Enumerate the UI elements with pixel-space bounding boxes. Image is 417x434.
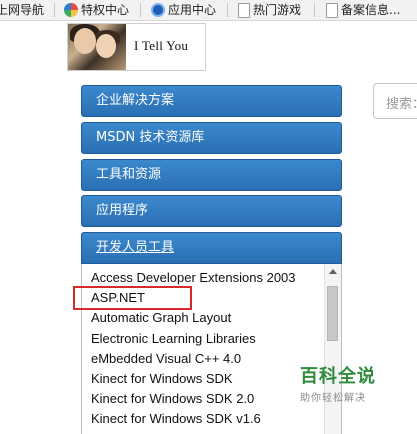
- page-icon: [326, 2, 338, 18]
- list-scrollbar[interactable]: [324, 264, 341, 434]
- search-placeholder: 搜索：: [386, 97, 417, 112]
- menu-label: MSDN 技术资源库: [96, 130, 205, 145]
- bookmark-divider: [54, 3, 55, 17]
- list-item[interactable]: Access Developer Extensions 2003: [91, 270, 296, 285]
- menu-enterprise-solutions[interactable]: 企业解决方案: [81, 85, 342, 117]
- bookmark-nav[interactable]: 上网导航: [0, 2, 44, 18]
- bookmark-label: 应用中心: [168, 3, 217, 17]
- watermark-title: 百科全说: [300, 366, 376, 387]
- bookmark-filing-info[interactable]: 备案信息...: [326, 2, 400, 18]
- watermark: 百科全说 助你轻松解决: [300, 362, 390, 404]
- menu-tools-resources[interactable]: 工具和资源: [81, 159, 342, 191]
- bookmark-app-center[interactable]: 应用中心: [151, 2, 216, 18]
- list-item[interactable]: Kinect for Windows SDK 2.0: [91, 391, 254, 406]
- search-input[interactable]: 搜索：: [373, 83, 417, 119]
- list-item[interactable]: Automatic Graph Layout: [91, 310, 231, 325]
- list-item[interactable]: Electronic Learning Libraries: [91, 331, 256, 346]
- list-item[interactable]: Kinect for Windows SDK: [91, 371, 233, 386]
- bookmark-privilege[interactable]: 特权中心: [64, 2, 129, 18]
- colorful-circle-icon: [64, 3, 78, 17]
- bookmark-divider: [140, 3, 141, 17]
- menu-msdn-library[interactable]: MSDN 技术资源库: [81, 122, 342, 154]
- logo-photo: [68, 24, 126, 70]
- bookmark-divider: [227, 3, 228, 17]
- bookmark-divider: [314, 3, 315, 17]
- menu-label: 工具和资源: [96, 167, 162, 182]
- site-logo[interactable]: I Tell You: [67, 23, 206, 71]
- bookmark-label: 特权中心: [81, 3, 130, 17]
- highlight-annotation-box: [73, 286, 192, 310]
- bookmark-label: 上网导航: [0, 3, 45, 17]
- menu-applications[interactable]: 应用程序: [81, 195, 342, 227]
- menu-label: 开发人员工具: [96, 240, 175, 255]
- bookmarks-bar: 上网导航 特权中心 应用中心 热门游戏 备案信息...: [0, 0, 417, 21]
- menu-label: 企业解决方案: [96, 93, 175, 108]
- list-item[interactable]: Kinect for Windows SDK v1.6: [91, 411, 261, 426]
- blue-circle-icon: [151, 3, 165, 17]
- menu-developer-tools[interactable]: 开发人员工具: [81, 232, 342, 264]
- scroll-thumb[interactable]: [327, 286, 338, 341]
- watermark-subtitle: 助你轻松解决: [300, 393, 366, 404]
- list-item[interactable]: eMbedded Visual C++ 4.0: [91, 351, 241, 366]
- bookmark-hot-games[interactable]: 热门游戏: [238, 2, 301, 18]
- scroll-up-arrow-icon[interactable]: [329, 269, 337, 274]
- bookmark-label: 备案信息...: [341, 3, 401, 17]
- menu-label: 应用程序: [96, 203, 149, 218]
- logo-text: I Tell You: [134, 38, 189, 53]
- page-icon: [238, 2, 250, 18]
- bookmark-label: 热门游戏: [253, 3, 302, 17]
